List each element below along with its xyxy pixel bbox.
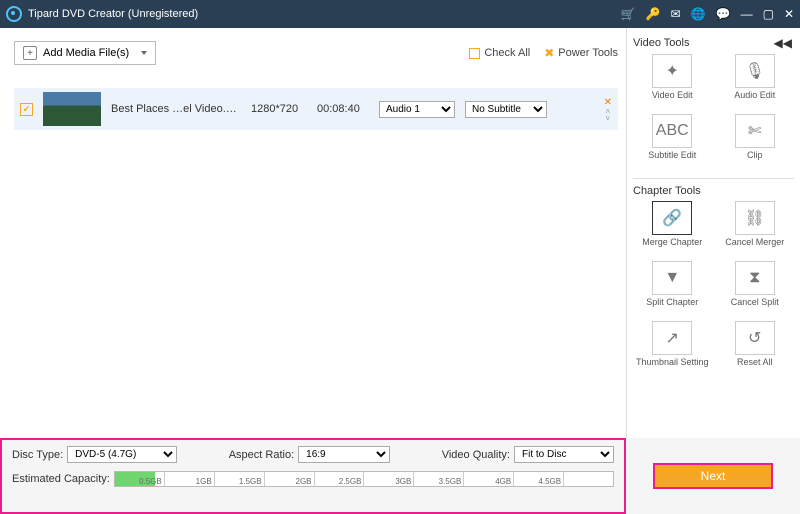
key-icon[interactable]: 🔑 (646, 7, 661, 21)
chapter-tool-label-4: Thumbnail Setting (636, 357, 709, 379)
chapter-tool-icon-4: ↗ (652, 321, 692, 355)
duration: 00:08:40 (317, 103, 369, 115)
main-panel: + Add Media File(s) Check All ✖ Power To… (0, 28, 626, 438)
audio-select[interactable]: Audio 1 (379, 101, 455, 118)
cart-icon[interactable]: 🛒 (621, 7, 636, 21)
video-tools-title: Video Tools (633, 37, 689, 49)
window-controls: 🛒 🔑 ✉ 🌐 💬 — ▢ ✕ (621, 7, 794, 21)
chapter-tools-header: Chapter Tools (631, 183, 796, 201)
video-tool-label-0: Video Edit (652, 90, 693, 112)
chapter-tool-icon-0: 🔗 (652, 201, 692, 235)
aspect-ratio-label: Aspect Ratio: (229, 449, 294, 461)
remove-row-icon[interactable]: ✕ (604, 97, 612, 108)
video-tool-label-2: Subtitle Edit (648, 150, 696, 172)
chapter-tool-label-0: Merge Chapter (642, 237, 702, 259)
app-logo-icon (6, 6, 22, 22)
maximize-icon[interactable]: ▢ (763, 7, 774, 21)
video-quality-label: Video Quality: (442, 449, 510, 461)
chevron-down-icon (141, 51, 147, 55)
chapter-tool-label-3: Cancel Split (731, 297, 779, 319)
capacity-label: Estimated Capacity: (12, 473, 110, 485)
collapse-icon[interactable]: ◀◀ (774, 36, 792, 50)
check-all-label: Check All (484, 47, 530, 59)
chapter-tool-2[interactable]: ▼Split Chapter (635, 261, 710, 319)
power-tools-button[interactable]: ✖ Power Tools (544, 46, 618, 60)
chapter-tool-icon-3: ⧗ (735, 261, 775, 295)
filename: Best Places …el Video.wmv (111, 103, 241, 115)
mail-icon[interactable]: ✉ (671, 7, 681, 21)
media-row[interactable]: ✔ Best Places …el Video.wmv 1280*720 00:… (14, 88, 618, 130)
chapter-tools-title: Chapter Tools (633, 185, 701, 197)
plus-icon: + (23, 46, 37, 60)
video-tool-0[interactable]: ✦Video Edit (635, 54, 710, 112)
video-tool-2[interactable]: ABCSubtitle Edit (635, 114, 710, 172)
disc-type-select[interactable]: DVD-5 (4.7G) (67, 446, 177, 463)
bottom-bar: Disc Type: DVD-5 (4.7G) Aspect Ratio: 16… (0, 438, 800, 514)
chapter-tool-icon-5: ↺ (735, 321, 775, 355)
video-tools-header: Video Tools ◀◀ (631, 34, 796, 54)
aspect-ratio-select[interactable]: 16:9 (298, 446, 390, 463)
close-icon[interactable]: ✕ (784, 7, 794, 21)
video-tool-icon-0: ✦ (652, 54, 692, 88)
video-tool-icon-1: 🎙 (735, 54, 775, 88)
wrench-icon: ✖ (544, 46, 554, 60)
reorder-down-icon[interactable]: ˅ (605, 116, 610, 122)
video-tool-icon-3: ✄ (735, 114, 775, 148)
top-toolbar: + Add Media File(s) Check All ✖ Power To… (14, 38, 618, 68)
chat-icon[interactable]: 💬 (716, 7, 731, 21)
capacity-ticks: 0.5GB1GB1.5GB2GB2.5GB3GB3.5GB4GB4.5GB (115, 472, 613, 486)
row-checkbox[interactable]: ✔ (20, 103, 33, 116)
video-quality-select[interactable]: Fit to Disc (514, 446, 614, 463)
output-settings: Disc Type: DVD-5 (4.7G) Aspect Ratio: 16… (0, 438, 626, 514)
video-tool-label-1: Audio Edit (734, 90, 775, 112)
minimize-icon[interactable]: — (741, 7, 753, 21)
add-media-label: Add Media File(s) (43, 47, 129, 59)
globe-icon[interactable]: 🌐 (691, 7, 706, 21)
subtitle-select[interactable]: No Subtitle (465, 101, 547, 118)
tools-sidebar: Video Tools ◀◀ ✦Video Edit🎙Audio EditABC… (626, 28, 800, 438)
power-tools-label: Power Tools (558, 47, 618, 59)
disc-type-label: Disc Type: (12, 449, 63, 461)
video-tool-label-3: Clip (747, 150, 763, 172)
chapter-tool-1[interactable]: ⛓Cancel Merger (718, 201, 793, 259)
chapter-tool-icon-1: ⛓ (735, 201, 775, 235)
chapter-tool-icon-2: ▼ (652, 261, 692, 295)
capacity-bar: 0.5GB1GB1.5GB2GB2.5GB3GB3.5GB4GB4.5GB (114, 471, 614, 487)
checkbox-icon (469, 48, 480, 59)
chapter-tool-label-2: Split Chapter (646, 297, 698, 319)
next-button[interactable]: Next (653, 463, 773, 489)
chapter-tool-5[interactable]: ↺Reset All (718, 321, 793, 379)
chapter-tool-3[interactable]: ⧗Cancel Split (718, 261, 793, 319)
check-all-button[interactable]: Check All (469, 47, 530, 59)
window-title: Tipard DVD Creator (Unregistered) (28, 8, 621, 20)
titlebar: Tipard DVD Creator (Unregistered) 🛒 🔑 ✉ … (0, 0, 800, 28)
add-media-button[interactable]: + Add Media File(s) (14, 41, 156, 65)
video-thumbnail[interactable] (43, 92, 101, 126)
chapter-tool-4[interactable]: ↗Thumbnail Setting (635, 321, 710, 379)
chapter-tool-0[interactable]: 🔗Merge Chapter (635, 201, 710, 259)
resolution: 1280*720 (251, 103, 307, 115)
video-tool-1[interactable]: 🎙Audio Edit (718, 54, 793, 112)
video-tool-3[interactable]: ✄ Clip (718, 114, 793, 172)
video-tool-icon-2: ABC (652, 114, 692, 148)
chapter-tool-label-5: Reset All (737, 357, 773, 379)
chapter-tool-label-1: Cancel Merger (725, 237, 784, 259)
